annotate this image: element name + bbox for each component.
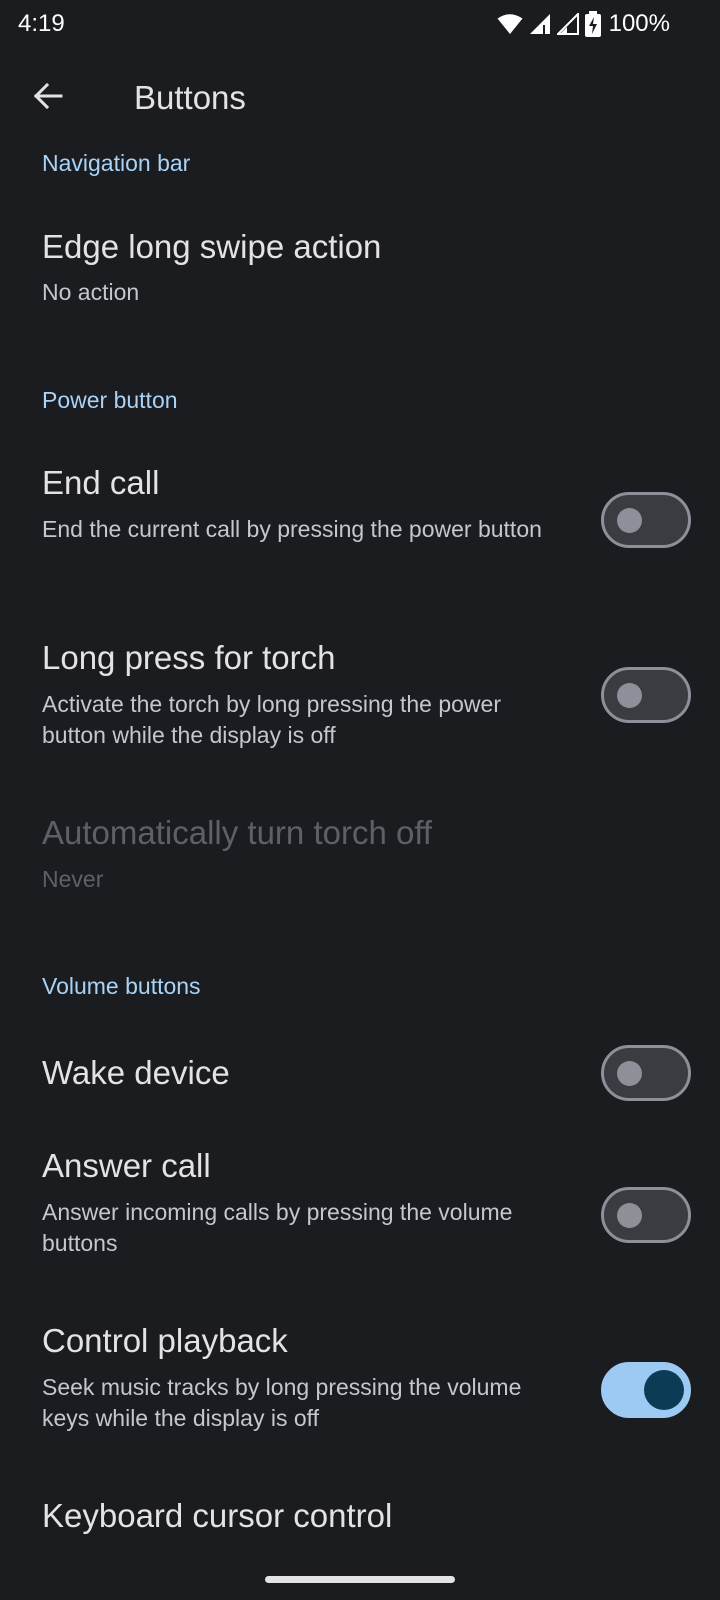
pref-summary: Seek music tracks by long pressing the v… <box>42 1374 522 1431</box>
keyboard-cursor-control-item[interactable]: Keyboard cursor control <box>0 1483 720 1563</box>
signal-icon <box>556 13 579 35</box>
pref-summary: Activate the torch by long pressing the … <box>42 691 501 748</box>
switch-thumb <box>617 683 642 708</box>
switch-thumb <box>617 1203 642 1228</box>
pref-title: End call <box>42 464 160 501</box>
pref-summary: No action <box>42 279 140 305</box>
arrow-back-icon <box>33 81 63 116</box>
pref-summary: End the current call by pressing the pow… <box>42 516 542 542</box>
auto-torch-off-item: Automatically turn torch off Never <box>0 800 720 910</box>
edge-long-swipe-action-item[interactable]: Edge long swipe action No action <box>0 214 720 324</box>
pref-title: Wake device <box>42 1054 230 1091</box>
switch-thumb <box>617 1061 642 1086</box>
switch-thumb <box>644 1370 684 1410</box>
long-press-torch-item[interactable]: Long press for torch Activate the torch … <box>0 625 720 765</box>
page-title: Buttons <box>134 79 246 116</box>
pref-title: Long press for torch <box>42 639 336 676</box>
pref-title: Automatically turn torch off <box>42 814 433 851</box>
pref-summary: Answer incoming calls by pressing the vo… <box>42 1199 513 1256</box>
section-header-volume-buttons: Volume buttons <box>42 973 201 999</box>
pref-title: Control playback <box>42 1322 288 1359</box>
pref-title: Edge long swipe action <box>42 228 382 265</box>
gesture-handle[interactable] <box>265 1576 455 1583</box>
section-header-power-button: Power button <box>42 387 178 413</box>
wake-device-switch[interactable] <box>601 1045 691 1101</box>
status-icons: 100% <box>497 8 670 40</box>
answer-call-switch[interactable] <box>601 1187 691 1243</box>
back-button[interactable] <box>24 74 72 122</box>
wake-device-item[interactable]: Wake device <box>0 1035 720 1115</box>
control-playback-switch[interactable] <box>601 1362 691 1418</box>
end-call-item[interactable]: End call End the current call by pressin… <box>0 450 720 590</box>
section-header-navigation-bar: Navigation bar <box>42 150 191 176</box>
status-time: 4:19 <box>18 10 65 37</box>
pref-summary: Never <box>42 866 104 892</box>
switch-thumb <box>617 508 642 533</box>
control-playback-item[interactable]: Control playback Seek music tracks by lo… <box>0 1308 720 1448</box>
pref-title: Answer call <box>42 1147 211 1184</box>
answer-call-item[interactable]: Answer call Answer incoming calls by pre… <box>0 1133 720 1273</box>
pref-title: Keyboard cursor control <box>42 1497 393 1534</box>
end-call-switch[interactable] <box>601 492 691 548</box>
battery-percent: 100% <box>608 10 670 37</box>
long-press-torch-switch[interactable] <box>601 667 691 723</box>
signal-icon <box>529 13 551 35</box>
wifi-icon <box>497 13 523 35</box>
battery-charging-icon <box>584 11 601 37</box>
